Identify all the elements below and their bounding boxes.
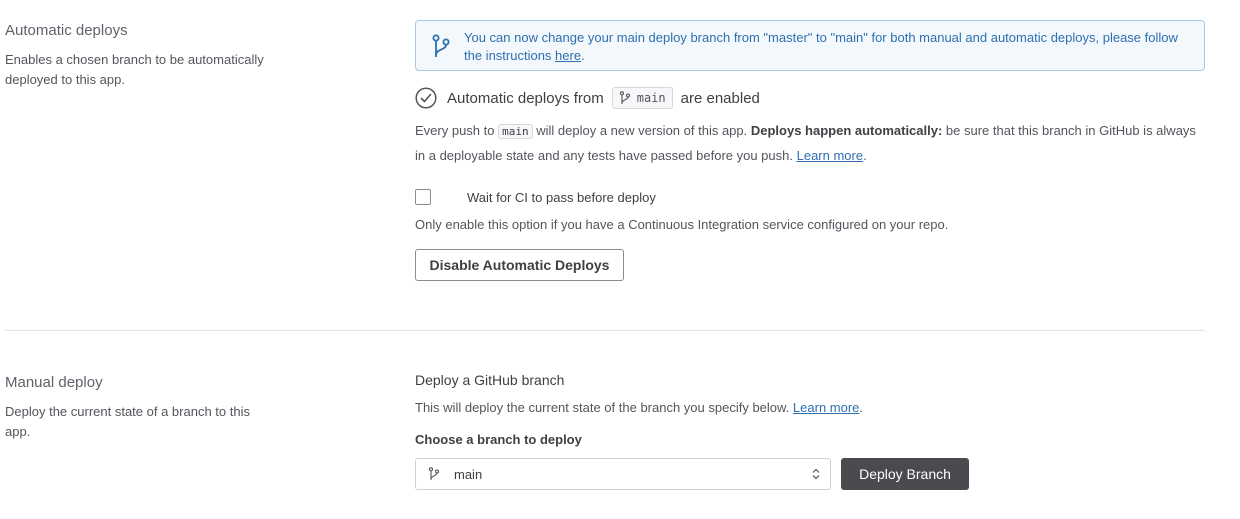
git-branch-icon bbox=[428, 467, 440, 480]
deploy-help-end: . bbox=[859, 400, 864, 415]
manual-deploy-content: Deploy a GitHub branch This will deploy … bbox=[415, 0, 1205, 519]
choose-branch-label: Choose a branch to deploy bbox=[415, 432, 582, 447]
automatic-deploys-header: Automatic deploys Enables a chosen branc… bbox=[5, 22, 295, 90]
select-chevron-icon bbox=[812, 468, 820, 480]
selected-branch: main bbox=[454, 466, 483, 482]
manual-deploy-header: Manual deploy Deploy the current state o… bbox=[5, 374, 295, 442]
section-title: Automatic deploys bbox=[5, 22, 128, 39]
section-title: Manual deploy bbox=[5, 374, 103, 391]
deploy-github-branch-title: Deploy a GitHub branch bbox=[415, 372, 565, 388]
deploy-help-body: This will deploy the current state of th… bbox=[415, 400, 793, 415]
section-description: Enables a chosen branch to be automatica… bbox=[5, 52, 264, 87]
section-description: Deploy the current state of a branch to … bbox=[5, 404, 250, 439]
deploy-help-text: This will deploy the current state of th… bbox=[415, 396, 1205, 420]
learn-more-link[interactable]: Learn more bbox=[793, 400, 859, 415]
deploy-branch-button[interactable]: Deploy Branch bbox=[841, 458, 969, 490]
branch-select[interactable]: main bbox=[415, 458, 831, 490]
